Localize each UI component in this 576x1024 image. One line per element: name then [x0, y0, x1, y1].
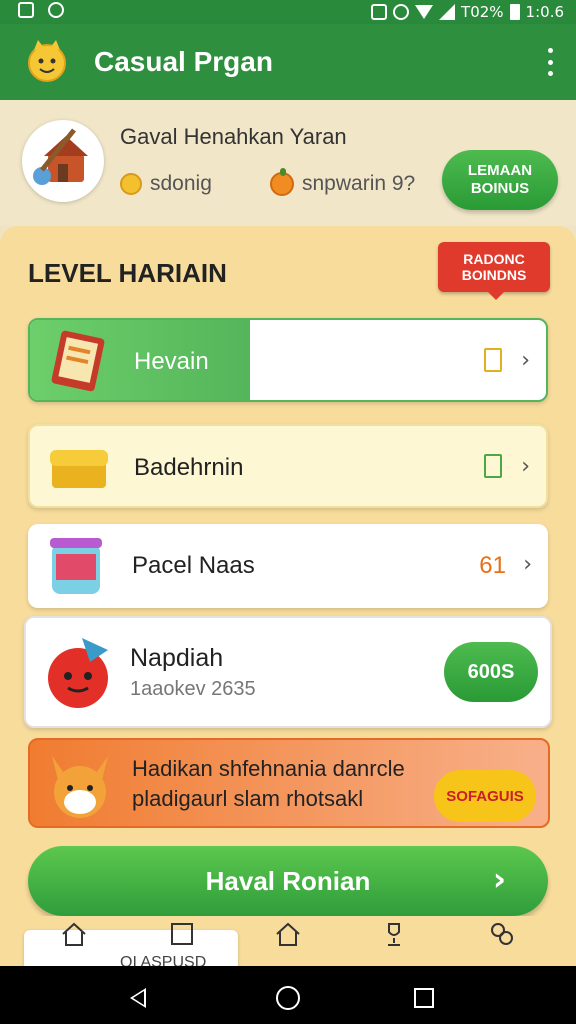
bonus-button-line2: BOINUS [470, 180, 530, 197]
level-card-1[interactable]: Hevain › [28, 318, 548, 402]
featured-card[interactable]: Napdiah 1aaokev 2635 600S [24, 616, 552, 728]
treasure-box-icon [50, 450, 108, 488]
promo-line-1: Hadikan shfehnania danrcle [132, 756, 405, 781]
bonus-button-line1: LEMAAN [467, 162, 533, 179]
trophy-icon[interactable] [380, 920, 408, 948]
badge-line2: BOINDNS [461, 267, 527, 283]
main-action-label: Haval Ronian [205, 865, 371, 896]
level-card-2[interactable]: Badehrnin › [28, 424, 548, 508]
jar-icon [50, 538, 102, 594]
settings-icon[interactable] [488, 920, 516, 948]
signal-icon [439, 4, 456, 20]
notification-icon [371, 4, 388, 20]
badge-line1: RADONC [463, 251, 525, 267]
notebook-icon [51, 330, 105, 392]
promo-banner[interactable]: Hadikan shfehnania danrcle pladigaurl sl… [28, 738, 550, 828]
avatar[interactable] [22, 120, 104, 202]
chevron-right-icon: › [521, 348, 530, 373]
chevron-right-icon: › [492, 860, 506, 898]
wifi-icon [415, 5, 434, 19]
chevron-right-icon: › [521, 454, 530, 479]
home-icon[interactable] [274, 920, 302, 948]
recent-apps-icon[interactable] [414, 988, 434, 1008]
battery-icon [509, 4, 520, 20]
promo-line-2: pladigaurl slam rhotsakl [132, 786, 364, 811]
featured-button[interactable]: 600S [444, 642, 538, 702]
card-3-value: 61 [479, 552, 506, 579]
coin-stat-label: sdonig [150, 172, 212, 195]
home-icon[interactable] [60, 920, 88, 948]
chevron-right-icon: › [523, 552, 532, 577]
coin-icon [120, 173, 142, 195]
level-title: LEVEL HARIAIN [28, 258, 227, 288]
gift-icon [484, 348, 502, 372]
bonus-badge[interactable]: RADONC BOINDNS [438, 242, 550, 300]
clock: 1:0.6 [525, 3, 564, 21]
app-icon [48, 2, 64, 18]
profile-section: Gaval Henahkan Yaran sdonig snpwarin 9? … [0, 100, 576, 226]
gallery-icon [18, 2, 34, 18]
orange-icon [270, 168, 294, 196]
fruit-stat: snpwarin 9? [270, 168, 416, 196]
coin-stat: sdonig [120, 172, 212, 196]
home-circle-icon[interactable] [276, 986, 300, 1010]
card-3-label: Pacel Naas [132, 552, 255, 579]
app-title: Casual Prgan [94, 46, 273, 77]
card-1-label: Hevain [134, 348, 209, 375]
fruit-stat-label: snpwarin 9? [302, 172, 416, 195]
level-card-3[interactable]: Pacel Naas 61 › [28, 524, 548, 608]
app-bar: Casual Prgan [0, 24, 576, 100]
battery-percent: T02% [461, 3, 504, 21]
featured-sub: 1aaokev 2635 [130, 678, 256, 700]
profile-name: Gaval Henahkan Yaran [120, 124, 347, 149]
app-logo-icon [28, 40, 66, 82]
square-icon[interactable] [168, 920, 196, 948]
featured-label: Napdiah [130, 644, 224, 672]
promo-button[interactable]: SOFAGUIS [434, 770, 536, 822]
fox-icon [52, 756, 108, 818]
back-icon[interactable] [130, 988, 146, 1008]
gift-icon [484, 454, 502, 478]
status-bar: T02% 1:0.6 [0, 0, 576, 24]
card-2-label: Badehrnin [134, 454, 244, 481]
bonus-button[interactable]: LEMAAN BOINUS [442, 150, 558, 210]
alarm-icon [393, 4, 410, 20]
more-vert-icon[interactable] [546, 48, 554, 76]
red-creature-icon [48, 638, 108, 708]
main-action-button[interactable]: Haval Ronian › [28, 846, 548, 916]
